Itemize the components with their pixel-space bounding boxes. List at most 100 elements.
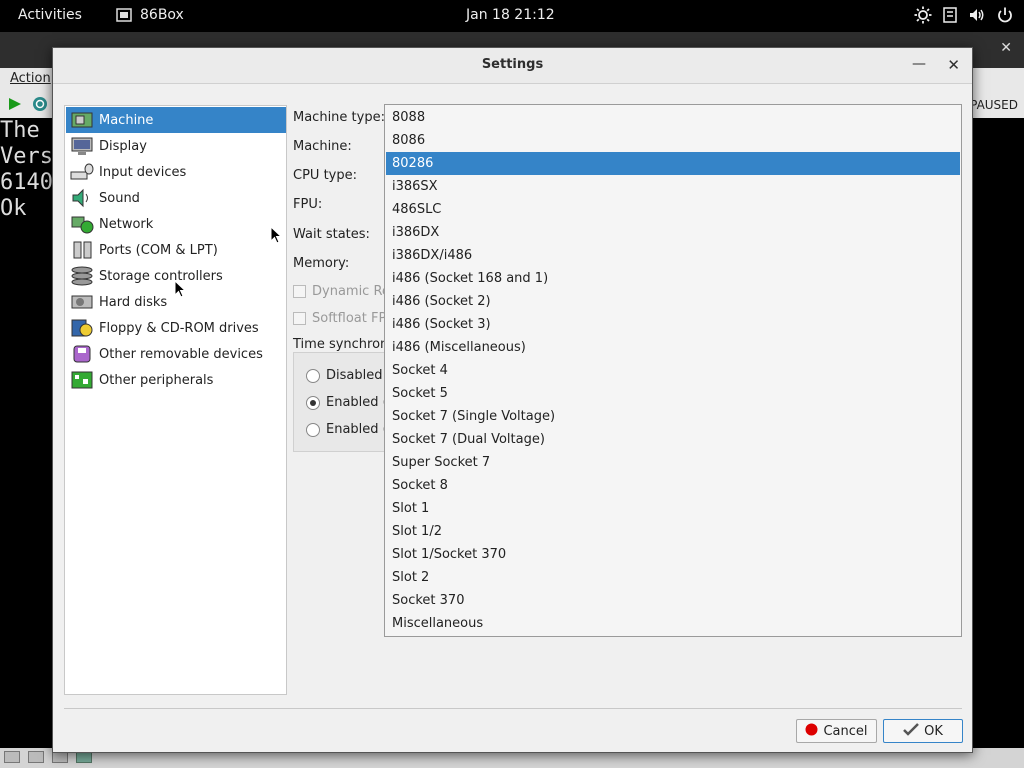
machine-type-dropdown[interactable]: 8088 8086 80286 i386SX 486SLC i386DX i38… (384, 104, 962, 637)
time-sync-disabled-radio[interactable]: Disabled (306, 368, 382, 383)
category-label: Ports (COM & LPT) (99, 242, 218, 258)
floppy-cdrom-icon (69, 317, 95, 339)
dropdown-option[interactable]: Socket 7 (Single Voltage) (386, 405, 960, 428)
softfloat-fpu-checkbox[interactable]: Softfloat FPU (293, 311, 396, 326)
fpu-label: FPU: (293, 197, 323, 212)
cancel-label: Cancel (823, 723, 868, 739)
screen-line: Ok (0, 196, 27, 221)
category-label: Storage controllers (99, 268, 223, 284)
cancel-button[interactable]: Cancel (796, 719, 877, 743)
dialog-titlebar: Settings — ✕ (53, 48, 972, 84)
category-label: Network (99, 216, 154, 232)
dropdown-option[interactable]: 8088 (386, 106, 960, 129)
mouse-cursor-icon (270, 225, 283, 248)
ok-button[interactable]: OK (883, 719, 963, 743)
dropdown-option[interactable]: Socket 8 (386, 474, 960, 497)
dropdown-option[interactable]: Super Socket 7 (386, 451, 960, 474)
dropdown-option[interactable]: 486SLC (386, 198, 960, 221)
dynamic-recompiler-checkbox[interactable]: Dynamic Re (293, 284, 390, 299)
time-sync-label: Time synchroni (293, 337, 392, 352)
checkbox-box[interactable] (293, 312, 306, 325)
dropdown-option[interactable]: i386DX (386, 221, 960, 244)
checkmark-icon (903, 722, 919, 740)
category-list: Machine Display Input devices Sound Netw… (64, 105, 287, 695)
app-menu[interactable]: 86Box (116, 7, 184, 23)
radio-dot[interactable] (306, 368, 320, 383)
dropdown-option[interactable]: i486 (Socket 3) (386, 313, 960, 336)
category-network[interactable]: Network (66, 211, 286, 237)
wait-states-label: Wait states: (293, 227, 370, 242)
screen-text: The Vers 6140 Ok (0, 118, 53, 222)
display-icon (69, 135, 95, 157)
power-icon[interactable] (996, 6, 1014, 24)
dropdown-option[interactable]: Slot 2 (386, 566, 960, 589)
hard-disk-icon (69, 291, 95, 313)
minimize-icon[interactable]: — (912, 56, 926, 72)
dropdown-option[interactable]: 8086 (386, 129, 960, 152)
dropdown-option[interactable]: i486 (Socket 2) (386, 290, 960, 313)
dropdown-option[interactable]: i486 (Socket 168 and 1) (386, 267, 960, 290)
brightness-icon[interactable] (914, 6, 932, 24)
play-icon[interactable] (8, 97, 22, 115)
category-input-devices[interactable]: Input devices (66, 159, 286, 185)
checkbox-box[interactable] (293, 285, 306, 298)
status-drive-icon[interactable] (4, 751, 20, 763)
category-other-peripherals[interactable]: Other peripherals (66, 367, 286, 393)
dropdown-option[interactable]: i386SX (386, 175, 960, 198)
dropdown-option[interactable]: Socket 5 (386, 382, 960, 405)
removable-devices-icon (69, 343, 95, 365)
status-drive-icon[interactable] (28, 751, 44, 763)
input-devices-icon (69, 161, 95, 183)
accessibility-icon[interactable] (942, 6, 958, 24)
mouse-cursor-icon (174, 279, 187, 302)
screen-line: The (0, 118, 40, 143)
cpu-type-label: CPU type: (293, 168, 357, 183)
volume-icon[interactable] (968, 6, 986, 24)
dropdown-option[interactable]: Socket 7 (Dual Voltage) (386, 428, 960, 451)
sound-icon (69, 187, 95, 209)
menu-action[interactable]: Action (10, 71, 51, 86)
button-separator (64, 708, 962, 709)
radio-label: Enabled (l (326, 395, 392, 410)
radio-dot[interactable] (306, 395, 320, 410)
memory-label: Memory: (293, 256, 350, 271)
dropdown-option[interactable]: i486 (Miscellaneous) (386, 336, 960, 359)
category-label: Hard disks (99, 294, 168, 310)
radio-label: Disabled (326, 368, 383, 383)
machine-type-label: Machine type: (293, 110, 385, 125)
dropdown-option[interactable]: Slot 1 (386, 497, 960, 520)
category-floppy-cdrom[interactable]: Floppy & CD-ROM drives (66, 315, 286, 341)
reset-icon[interactable] (32, 96, 48, 116)
category-display[interactable]: Display (66, 133, 286, 159)
dropdown-option-selected[interactable]: 80286 (386, 152, 960, 175)
dropdown-option[interactable]: i386DX/i486 (386, 244, 960, 267)
category-machine[interactable]: Machine (66, 107, 286, 133)
dropdown-option[interactable]: Socket 370 (386, 589, 960, 612)
activities-button[interactable]: Activities (18, 7, 82, 23)
dropdown-option[interactable]: Slot 1/Socket 370 (386, 543, 960, 566)
clock[interactable]: Jan 18 21:12 (466, 7, 555, 23)
network-icon (69, 213, 95, 235)
time-sync-enabled-local-radio[interactable]: Enabled (l (306, 395, 391, 410)
dropdown-option[interactable]: Socket 4 (386, 359, 960, 382)
cancel-icon (805, 723, 818, 740)
radio-dot[interactable] (306, 422, 320, 437)
category-sound[interactable]: Sound (66, 185, 286, 211)
peripherals-icon (69, 369, 95, 391)
category-label: Display (99, 138, 147, 154)
category-label: Floppy & CD-ROM drives (99, 320, 259, 336)
category-label: Input devices (99, 164, 187, 180)
close-icon[interactable]: ✕ (947, 56, 960, 74)
storage-controllers-icon (69, 265, 95, 287)
category-ports[interactable]: Ports (COM & LPT) (66, 237, 286, 263)
dropdown-option[interactable]: Miscellaneous (386, 612, 960, 635)
machine-label: Machine: (293, 139, 352, 154)
category-label: Other peripherals (99, 372, 214, 388)
app-name: 86Box (140, 7, 184, 23)
category-removable-devices[interactable]: Other removable devices (66, 341, 286, 367)
paused-status: PAUSED (970, 98, 1018, 112)
top-bar: Activities 86Box Jan 18 21:12 (0, 0, 1024, 32)
dropdown-option[interactable]: Slot 1/2 (386, 520, 960, 543)
system-tray[interactable] (914, 6, 1014, 24)
emulator-close-icon[interactable]: ✕ (1000, 40, 1012, 56)
